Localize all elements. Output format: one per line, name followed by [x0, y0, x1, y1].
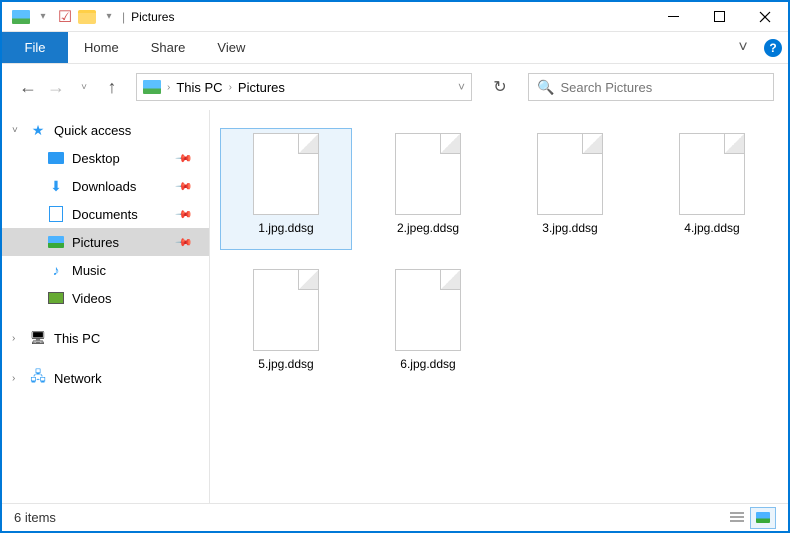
search-box[interactable]: 🔍	[528, 73, 774, 101]
qat-dropdown-icon[interactable]: ▾	[98, 6, 120, 28]
chevron-right-icon[interactable]: ›	[167, 82, 170, 93]
details-view-button[interactable]	[724, 507, 750, 529]
pin-icon: 📌	[175, 177, 194, 196]
sidebar-item-downloads[interactable]: ⬇ Downloads 📌	[2, 172, 209, 200]
expand-icon[interactable]: ›	[12, 373, 15, 384]
navigation-bar: ← → ˅ ↑ › This PC › Pictures ˅ ↻ 🔍	[2, 64, 788, 110]
sidebar-item-music[interactable]: ♪ Music	[2, 256, 209, 284]
expand-icon[interactable]: ›	[12, 333, 15, 344]
expand-icon[interactable]: ˅	[12, 125, 18, 136]
tab-home[interactable]: Home	[68, 32, 135, 63]
window-controls	[650, 2, 788, 32]
sidebar-quick-access[interactable]: ˅ ★ Quick access	[2, 116, 209, 144]
file-name: 2.jpeg.ddsg	[397, 221, 459, 235]
file-name: 5.jpg.ddsg	[258, 357, 313, 371]
thumbnails-view-button[interactable]	[750, 507, 776, 529]
sidebar-item-label: Quick access	[54, 123, 131, 138]
help-button[interactable]: ?	[758, 32, 788, 63]
sidebar-item-label: Documents	[72, 207, 138, 222]
file-item[interactable]: 1.jpg.ddsg	[220, 128, 352, 250]
file-name: 4.jpg.ddsg	[684, 221, 739, 235]
forward-button[interactable]: →	[44, 75, 68, 99]
pc-icon: 🖥	[30, 330, 46, 346]
sidebar-item-label: Network	[54, 371, 102, 386]
chevron-right-icon[interactable]: ›	[229, 82, 232, 93]
explorer-body: ˅ ★ Quick access Desktop 📌 ⬇ Downloads 📌…	[2, 110, 788, 503]
navigation-pane: ˅ ★ Quick access Desktop 📌 ⬇ Downloads 📌…	[2, 110, 210, 503]
new-folder-icon[interactable]	[76, 6, 98, 28]
pictures-icon	[48, 234, 64, 250]
item-count: 6 items	[14, 510, 56, 525]
video-icon	[48, 290, 64, 306]
app-icon	[10, 6, 32, 28]
sidebar-item-label: Pictures	[72, 235, 119, 250]
sidebar-item-documents[interactable]: Documents 📌	[2, 200, 209, 228]
ribbon-collapse-icon[interactable]: ˅	[728, 32, 758, 63]
title-separator: |	[122, 10, 125, 24]
minimize-button[interactable]	[650, 2, 696, 32]
up-button[interactable]: ↑	[100, 75, 124, 99]
ribbon-tabs: File Home Share View ˅ ?	[2, 32, 788, 64]
status-bar: 6 items	[2, 503, 788, 531]
tab-view[interactable]: View	[201, 32, 261, 63]
file-icon	[253, 133, 319, 215]
file-icon	[395, 133, 461, 215]
maximize-button[interactable]	[696, 2, 742, 32]
file-name: 3.jpg.ddsg	[542, 221, 597, 235]
recent-locations-icon[interactable]: ˅	[72, 75, 96, 99]
file-icon	[395, 269, 461, 351]
search-input[interactable]	[560, 80, 765, 95]
file-item[interactable]: 2.jpeg.ddsg	[362, 128, 494, 250]
breadcrumb-pictures[interactable]: Pictures	[238, 80, 285, 95]
file-item[interactable]: 6.jpg.ddsg	[362, 264, 494, 386]
window-title: Pictures	[131, 10, 174, 24]
pin-icon: 📌	[175, 149, 194, 168]
file-tab[interactable]: File	[2, 32, 68, 63]
file-icon	[537, 133, 603, 215]
sidebar-item-desktop[interactable]: Desktop 📌	[2, 144, 209, 172]
sidebar-item-pictures[interactable]: Pictures 📌	[2, 228, 209, 256]
file-name: 6.jpg.ddsg	[400, 357, 455, 371]
network-icon: 🖧	[30, 370, 46, 386]
sidebar-item-label: Videos	[72, 291, 112, 306]
sidebar-item-label: This PC	[54, 331, 100, 346]
music-icon: ♪	[48, 262, 64, 278]
tab-share[interactable]: Share	[135, 32, 202, 63]
search-icon: 🔍	[537, 79, 554, 96]
pin-icon: 📌	[175, 205, 194, 224]
view-switcher	[724, 507, 776, 529]
quick-access-toolbar: ▾ ☑ ▾ | Pictures	[2, 6, 174, 28]
pin-icon: 📌	[175, 233, 194, 252]
file-item[interactable]: 3.jpg.ddsg	[504, 128, 636, 250]
file-item[interactable]: 4.jpg.ddsg	[646, 128, 778, 250]
document-icon	[48, 206, 64, 222]
qat-separator-icon: ▾	[32, 6, 54, 28]
file-grid: 1.jpg.ddsg 2.jpeg.ddsg 3.jpg.ddsg 4.jpg.dds…	[220, 128, 778, 386]
back-button[interactable]: ←	[16, 75, 40, 99]
file-icon	[253, 269, 319, 351]
address-bar[interactable]: › This PC › Pictures ˅	[136, 73, 472, 101]
refresh-button[interactable]: ↻	[484, 73, 516, 101]
file-name: 1.jpg.ddsg	[258, 221, 313, 235]
file-list-pane[interactable]: 1.jpg.ddsg 2.jpeg.ddsg 3.jpg.ddsg 4.jpg.dds…	[210, 110, 788, 503]
properties-icon[interactable]: ☑	[54, 6, 76, 28]
star-icon: ★	[30, 122, 46, 138]
sidebar-network[interactable]: › 🖧 Network	[2, 364, 209, 392]
address-dropdown-icon[interactable]: ˅	[458, 80, 465, 94]
desktop-icon	[48, 150, 64, 166]
sidebar-item-label: Downloads	[72, 179, 136, 194]
close-button[interactable]	[742, 2, 788, 32]
sidebar-item-label: Desktop	[72, 151, 120, 166]
breadcrumb-this-pc[interactable]: This PC	[176, 80, 222, 95]
download-icon: ⬇	[48, 178, 64, 194]
file-icon	[679, 133, 745, 215]
file-item[interactable]: 5.jpg.ddsg	[220, 264, 352, 386]
sidebar-this-pc[interactable]: › 🖥 This PC	[2, 324, 209, 352]
title-bar: ▾ ☑ ▾ | Pictures	[2, 2, 788, 32]
sidebar-item-videos[interactable]: Videos	[2, 284, 209, 312]
sidebar-item-label: Music	[72, 263, 106, 278]
location-icon	[143, 80, 161, 94]
